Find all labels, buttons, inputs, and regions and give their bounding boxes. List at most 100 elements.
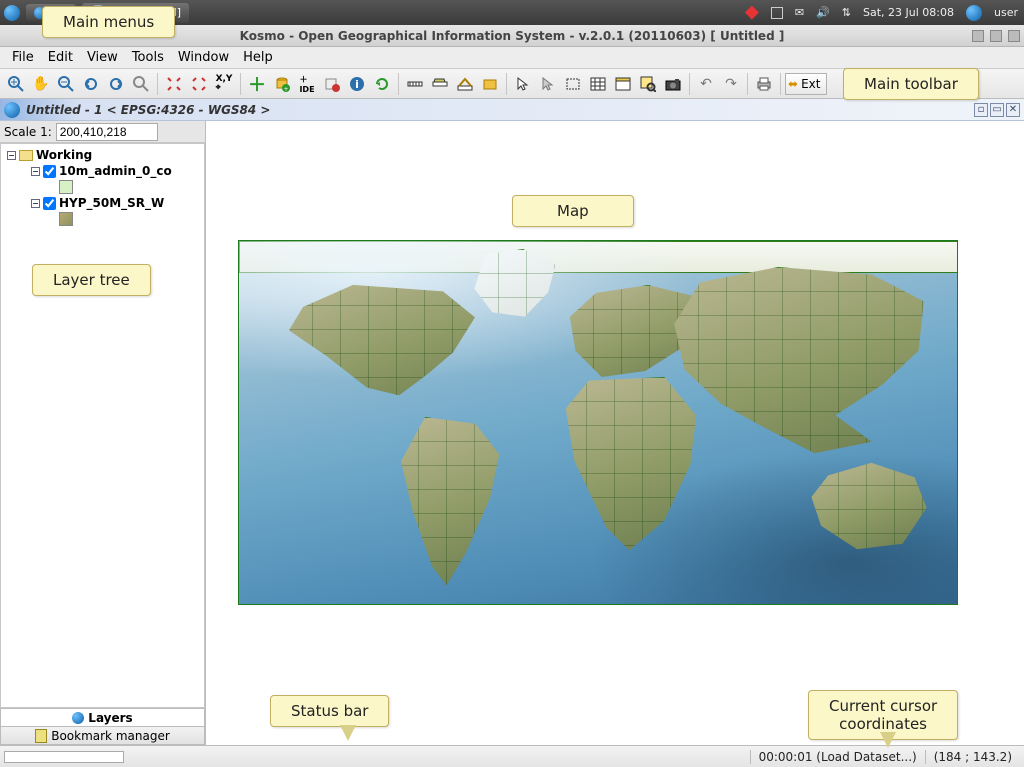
folder-icon [19,150,33,161]
tab-layers[interactable]: Layers [0,709,205,727]
zoom-prev-icon[interactable] [79,72,103,96]
map-landmass [239,241,958,273]
main-toolbar: ✋ X,Y⌖ ＋ + ＋IDE i ↶ ↷ ⬌ Ext [0,69,1024,99]
extensions-button[interactable]: ⬌ Ext [785,73,827,95]
kosmo-taskbar-icon [34,7,46,19]
bookmark-icon [35,729,47,743]
pgadmin-taskbar-icon [90,5,106,21]
close-button[interactable] [1008,30,1020,42]
taskbar-item-pgadmin[interactable]: [pgAdmin III] [82,3,189,23]
map-landmass [283,281,483,411]
collapse-icon[interactable] [31,167,40,176]
map-canvas[interactable] [206,121,1024,745]
menu-help[interactable]: Help [237,48,279,67]
minimize-button[interactable] [972,30,984,42]
menu-tools[interactable]: Tools [126,48,170,67]
world-map[interactable] [238,240,958,605]
doc-close-button[interactable]: ✕ [1006,103,1020,117]
volume-icon[interactable]: 🔊 [816,6,830,19]
add-layer-icon[interactable]: ＋ [245,72,269,96]
tab-label: Layers [88,711,132,725]
doc-detach-button[interactable]: ▫ [974,103,988,117]
zoom-layer-icon[interactable] [129,72,153,96]
layer-visibility-checkbox[interactable] [43,165,56,178]
toolbar-separator [780,73,781,95]
layer-label: HYP_50M_SR_W [59,196,164,210]
layer-symbol-row[interactable] [57,179,204,195]
zoom-full-icon[interactable] [162,72,186,96]
alert-icon[interactable] [745,6,759,20]
redo-icon[interactable]: ↷ [719,72,743,96]
add-db-layer-icon[interactable]: + [270,72,294,96]
toolbar-separator [747,73,748,95]
layer-node[interactable]: HYP_50M_SR_W [29,195,204,211]
os-menu-icon[interactable] [4,5,20,21]
toolbar-separator [157,73,158,95]
menu-window[interactable]: Window [172,48,235,67]
status-load-msg: 00:00:01 (Load Dataset...) [750,750,925,764]
add-ide-layer-icon[interactable]: ＋IDE [295,72,319,96]
tab-bookmarks[interactable]: Bookmark manager [0,727,205,745]
measure-angle-icon[interactable] [453,72,477,96]
taskbar-item-label: [pgAdmin III] [110,6,181,19]
goto-xy-icon[interactable]: X,Y⌖ [212,72,236,96]
layer-visibility-checkbox[interactable] [43,197,56,210]
bbox-icon[interactable] [478,72,502,96]
collapse-icon[interactable] [31,199,40,208]
undo-icon[interactable]: ↶ [694,72,718,96]
maximize-button[interactable] [990,30,1002,42]
map-landmass [809,461,929,551]
search-layer-icon[interactable] [636,72,660,96]
svg-text:+: + [283,86,288,92]
scale-input[interactable] [56,123,158,141]
measure-dist-icon[interactable] [403,72,427,96]
print-icon[interactable] [752,72,776,96]
doc-globe-icon [4,102,20,118]
status-bar: 00:00:01 (Load Dataset...) (184 ; 143.2) [0,745,1024,767]
collapse-icon[interactable] [7,151,16,160]
map-landmass [389,417,509,587]
main-area: Scale 1: Working 10m_admin_0_co HYP_50M_… [0,121,1024,745]
layers-tab-icon [72,712,84,724]
tray-globe-icon[interactable] [966,5,982,21]
query-builder-icon[interactable] [611,72,635,96]
pan-icon[interactable]: ✋ [29,72,53,96]
pointer-icon[interactable] [511,72,535,96]
menu-edit[interactable]: Edit [42,48,79,67]
tab-label: Bookmark manager [51,729,170,743]
zoom-next-icon[interactable] [104,72,128,96]
menu-view[interactable]: View [81,48,124,67]
attribute-table-icon[interactable] [586,72,610,96]
network-icon[interactable]: ⇅ [842,6,851,19]
user-menu[interactable]: user [994,6,1018,19]
zoom-out-icon[interactable] [54,72,78,96]
tree-root-node[interactable]: Working [5,147,204,163]
zoom-selection-icon[interactable] [187,72,211,96]
plug-icon: ⬌ [788,77,798,91]
toolbar-separator [240,73,241,95]
refresh-icon[interactable] [370,72,394,96]
menu-bar: File Edit View Tools Window Help [0,47,1024,69]
taskbar-item-kosmo[interactable]: K… [26,4,76,21]
layer-label: 10m_admin_0_co [59,164,172,178]
layer-tree[interactable]: Working 10m_admin_0_co HYP_50M_SR_W [0,143,205,708]
snapshot-icon[interactable] [661,72,685,96]
layer-symbol-row[interactable] [57,211,204,227]
battery-icon[interactable] [771,7,783,19]
status-coords: (184 ; 143.2) [925,750,1020,764]
select-rect-icon[interactable] [561,72,585,96]
clock-text[interactable]: Sat, 23 Jul 08:08 [863,6,954,19]
info-icon[interactable]: i [345,72,369,96]
mail-icon[interactable]: ✉ [795,6,804,19]
select-point-icon[interactable] [536,72,560,96]
measure-area-icon[interactable] [428,72,452,96]
zoom-in-icon[interactable] [4,72,28,96]
layer-node[interactable]: 10m_admin_0_co [29,163,204,179]
map-landmass [669,267,929,457]
layer-swatch [59,180,73,194]
remove-layer-icon[interactable] [320,72,344,96]
ext-label: Ext [801,77,820,91]
progress-bar [4,751,124,763]
doc-max-button[interactable]: ▭ [990,103,1004,117]
menu-file[interactable]: File [6,48,40,67]
